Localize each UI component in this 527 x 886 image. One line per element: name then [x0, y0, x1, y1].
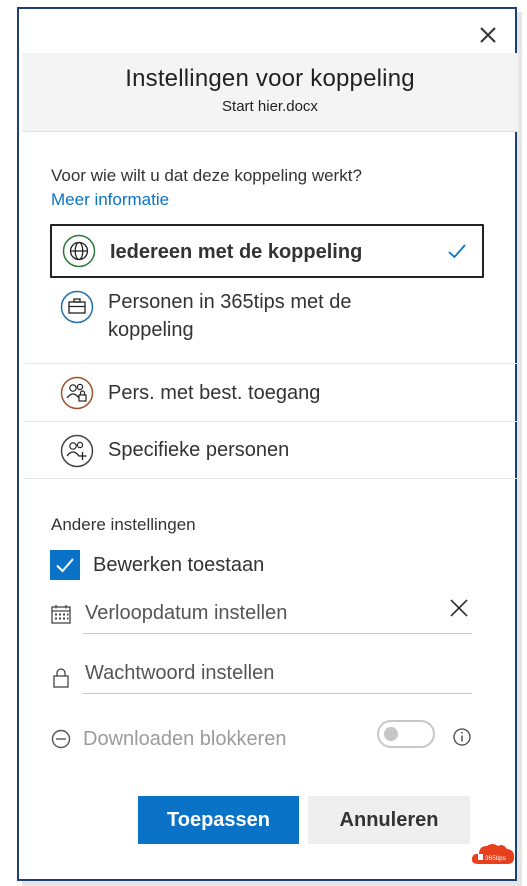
apply-button[interactable]: Toepassen — [138, 796, 299, 844]
people-lock-icon — [60, 376, 94, 410]
checkbox-check-icon — [56, 558, 74, 573]
allow-edit-label: Bewerken toestaan — [93, 554, 265, 576]
password-input[interactable] — [83, 653, 472, 694]
briefcase-icon — [60, 290, 94, 324]
block-icon — [51, 729, 71, 749]
globe-icon — [62, 234, 96, 268]
toggle-knob — [384, 727, 398, 741]
365tips-logo: 365tips — [471, 844, 515, 864]
option-existing-access[interactable]: Pers. met best. toegang — [24, 364, 518, 422]
calendar-icon — [51, 605, 71, 624]
lock-icon — [53, 668, 69, 688]
allow-edit-checkbox[interactable]: Bewerken toestaan — [50, 550, 450, 582]
password-row — [50, 653, 472, 695]
option-everyone[interactable]: Iedereen met de koppeling — [50, 224, 484, 278]
block-download-toggle[interactable] — [377, 720, 435, 748]
option-specific-people[interactable]: Specifieke personen — [24, 422, 518, 479]
dialog-title: Instellingen voor koppeling — [125, 65, 415, 92]
expiry-date-input[interactable] — [83, 593, 472, 634]
people-add-icon — [60, 434, 94, 468]
option-organization[interactable]: Personen in 365tips met de koppeling — [24, 278, 518, 364]
option-label: Iedereen met de koppeling — [110, 241, 363, 263]
option-label: Specifieke personen — [108, 439, 290, 461]
expiry-date-row — [50, 593, 472, 635]
clear-date-icon[interactable] — [448, 597, 470, 619]
block-download-row: Downloaden blokkeren — [50, 716, 472, 756]
option-label: Personen in 365tips met de koppeling — [108, 291, 352, 341]
audience-question: Voor wie wilt u dat deze koppeling werkt… — [51, 166, 362, 185]
block-download-label: Downloaden blokkeren — [83, 728, 287, 750]
checkmark-icon — [448, 244, 466, 259]
audience-options: Iedereen met de koppeling Personen in 36… — [24, 224, 518, 479]
more-info-link[interactable]: Meer informatie — [51, 190, 169, 210]
file-name: Start hier.docx — [222, 98, 318, 115]
other-settings-title: Andere instellingen — [51, 515, 196, 534]
share-settings-dialog: Instellingen voor koppeling Start hier.d… — [17, 7, 518, 881]
close-icon[interactable] — [474, 21, 502, 49]
info-icon[interactable] — [452, 727, 472, 747]
dialog-header: Instellingen voor koppeling Start hier.d… — [22, 53, 518, 132]
option-label: Pers. met best. toegang — [108, 382, 321, 404]
checkbox-box[interactable] — [50, 550, 80, 580]
cancel-button[interactable]: Annuleren — [308, 796, 470, 844]
svg-text:365tips: 365tips — [485, 855, 507, 862]
